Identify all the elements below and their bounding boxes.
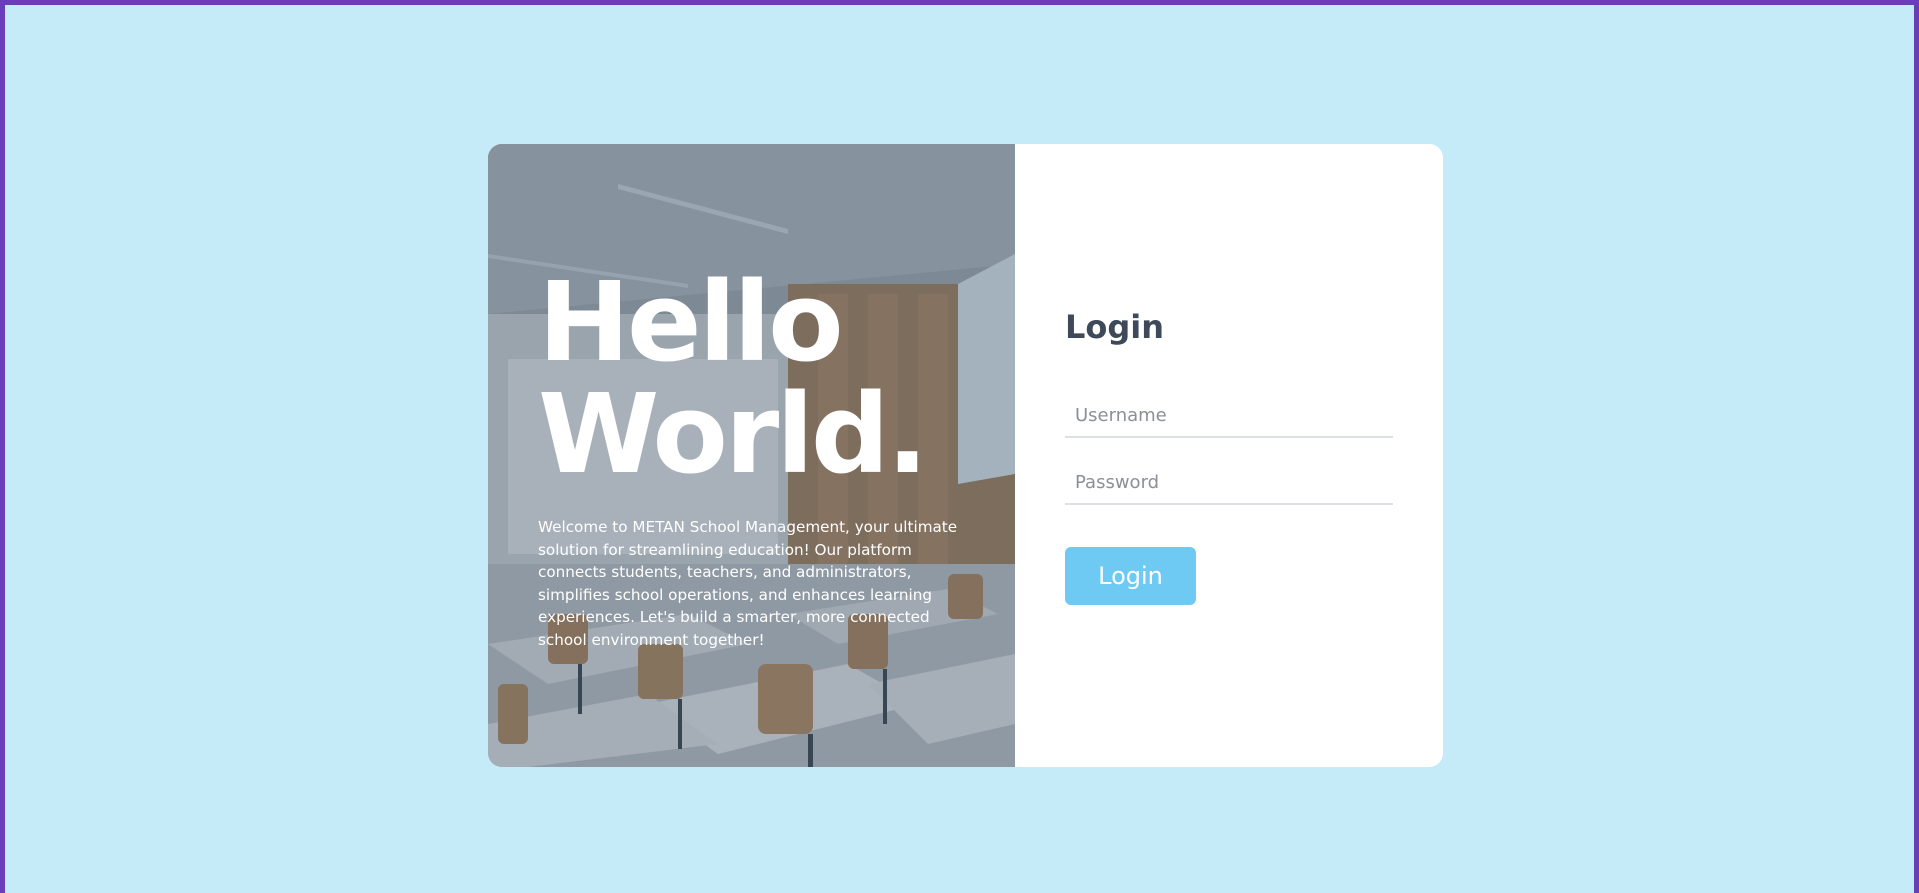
hero-description: Welcome to METAN School Management, your… <box>538 518 958 649</box>
page-background: Hello World. Welcome to METAN School Man… <box>0 0 1919 893</box>
hero-panel: Hello World. Welcome to METAN School Man… <box>488 144 1015 767</box>
login-card: Hello World. Welcome to METAN School Man… <box>488 144 1443 767</box>
login-panel: Login Login <box>1015 144 1443 767</box>
username-input[interactable] <box>1065 394 1393 438</box>
login-heading: Login <box>1065 308 1165 346</box>
hero-content: Hello World. Welcome to METAN School Man… <box>538 266 965 652</box>
login-button[interactable]: Login <box>1065 547 1196 605</box>
password-input[interactable] <box>1065 461 1393 505</box>
hero-title-line1: Hello <box>538 258 844 386</box>
hero-title: Hello World. <box>538 266 965 490</box>
hero-title-line2: World. <box>538 370 928 498</box>
